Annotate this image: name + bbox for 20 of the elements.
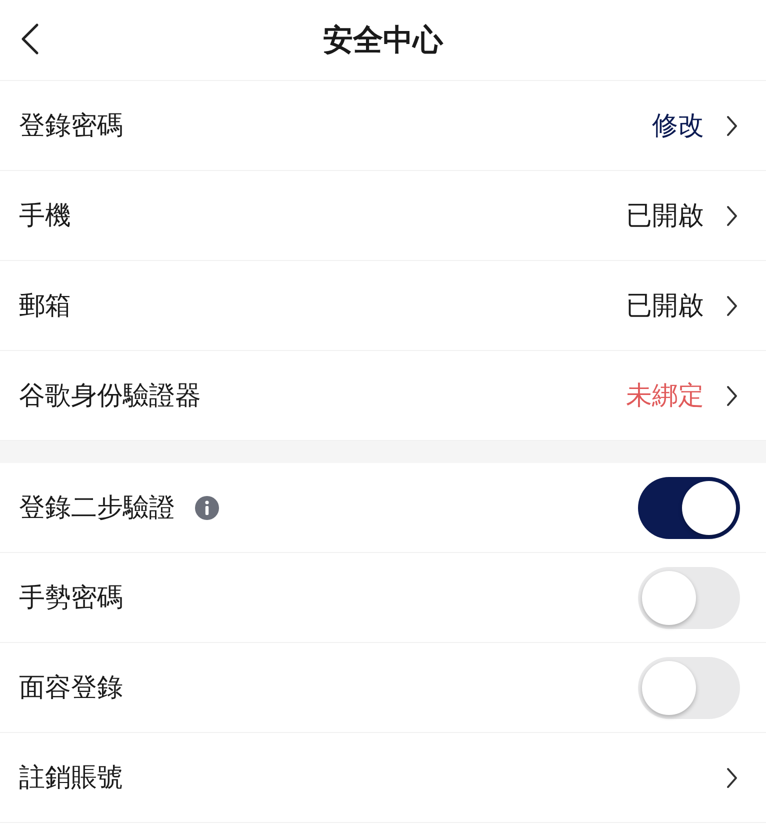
chevron-right-icon[interactable] (726, 766, 738, 788)
setting-label: 郵箱 (19, 290, 71, 323)
setting-value: 未綁定 (626, 380, 704, 413)
chevron-right-icon[interactable] (726, 294, 738, 316)
chevron-right-icon[interactable] (726, 114, 738, 136)
setting-label: 面容登錄 (19, 672, 123, 705)
setting-label: 註銷賬號 (19, 762, 123, 795)
setting-label: 登錄二步驗證 (19, 492, 175, 525)
chevron-right-icon[interactable] (726, 384, 738, 406)
info-icon[interactable] (195, 496, 219, 520)
setting-label: 手勢密碼 (19, 582, 123, 615)
setting-label: 手機 (19, 200, 71, 233)
setting-value: 修改 (652, 110, 704, 143)
setting-value: 已開啟 (626, 290, 704, 323)
setting-value: 已開啟 (626, 200, 704, 233)
setting-label: 登錄密碼 (19, 110, 123, 143)
chevron-right-icon[interactable] (726, 204, 738, 226)
setting-label: 谷歌身份驗證器 (19, 380, 201, 413)
page-title: 安全中心 (323, 22, 443, 60)
back-icon[interactable] (20, 23, 40, 55)
